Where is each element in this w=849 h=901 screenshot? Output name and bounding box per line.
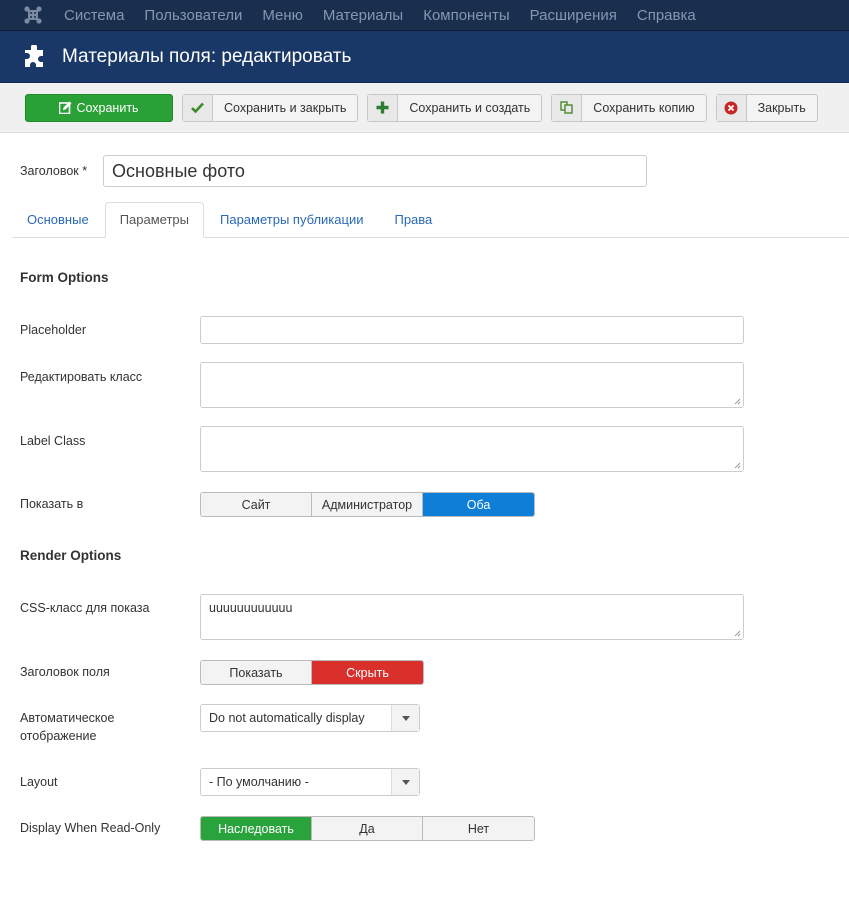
- toolbar: Сохранить Сохранить и закрыть Сохранить …: [0, 83, 849, 133]
- close-label: Закрыть: [757, 100, 806, 115]
- caret-down-icon: [391, 769, 419, 795]
- form-options-heading: Form Options: [20, 270, 109, 285]
- puzzle-icon: [22, 44, 48, 70]
- menu-components[interactable]: Компоненты: [413, 0, 519, 31]
- copy-icon: [552, 94, 583, 121]
- save-as-copy-label: Сохранить копию: [593, 100, 695, 115]
- resize-handle-icon[interactable]: [733, 461, 741, 469]
- edit-class-label: Редактировать класс: [20, 370, 143, 384]
- resize-handle-icon[interactable]: [733, 629, 741, 637]
- menu-system[interactable]: Система: [54, 0, 134, 31]
- close-button[interactable]: Закрыть: [715, 93, 818, 122]
- auto-display-label: Автоматическое отображение: [20, 711, 115, 743]
- save-and-close-button[interactable]: Сохранить и закрыть: [182, 93, 359, 122]
- page-header: Материалы поля: редактировать: [0, 31, 849, 83]
- menu-help[interactable]: Справка: [627, 0, 706, 31]
- show-on-label: Показать в: [20, 497, 84, 511]
- render-class-value: uuuuuuuuuuuu: [209, 601, 293, 615]
- save-as-copy-button[interactable]: Сохранить копию: [551, 93, 707, 122]
- top-navigation: Система Пользователи Меню Материалы Комп…: [0, 0, 849, 31]
- save-and-close-label: Сохранить и закрыть: [224, 100, 347, 115]
- check-icon: [183, 94, 213, 121]
- render-options-heading: Render Options: [20, 548, 122, 563]
- page-title: Материалы поля: редактировать: [62, 45, 352, 67]
- edit-class-textarea[interactable]: [200, 362, 744, 408]
- show-on-both-option[interactable]: Оба: [423, 493, 534, 516]
- render-class-label: CSS-класс для показа: [20, 601, 150, 615]
- tab-bar: Основные Параметры Параметры публикации …: [12, 202, 849, 238]
- title-field-label: Заголовок *: [20, 164, 88, 178]
- tab-general[interactable]: Основные: [12, 202, 104, 237]
- show-on-site-option[interactable]: Сайт: [201, 493, 312, 516]
- title-field-row: Заголовок * Основные фото: [0, 155, 849, 187]
- joomla-logo-icon[interactable]: [22, 4, 44, 26]
- caret-down-icon: [391, 705, 419, 731]
- save-and-new-label: Сохранить и создать: [409, 100, 531, 115]
- auto-display-select[interactable]: Do not automatically display: [200, 704, 420, 732]
- menu-menus[interactable]: Меню: [252, 0, 313, 31]
- show-label-hide-option[interactable]: Скрыть: [312, 661, 423, 684]
- display-readonly-no-option[interactable]: Нет: [423, 817, 534, 840]
- tab-permissions[interactable]: Права: [379, 202, 447, 237]
- display-readonly-label: Display When Read-Only: [20, 821, 161, 835]
- plus-icon: [368, 94, 399, 121]
- save-and-new-button[interactable]: Сохранить и создать: [367, 93, 543, 122]
- save-label: Сохранить: [76, 100, 139, 115]
- show-on-admin-option[interactable]: Администратор: [312, 493, 423, 516]
- label-class-textarea[interactable]: [200, 426, 744, 472]
- display-readonly-inherit-option[interactable]: Наследовать: [201, 817, 312, 840]
- tab-options[interactable]: Параметры: [104, 202, 204, 238]
- menu-extensions[interactable]: Расширения: [520, 0, 627, 31]
- layout-value: - По умолчанию -: [209, 775, 309, 789]
- show-label-label: Заголовок поля: [20, 665, 110, 679]
- menu-users[interactable]: Пользователи: [134, 0, 252, 31]
- menu-content[interactable]: Материалы: [313, 0, 413, 31]
- layout-label: Layout: [20, 775, 58, 789]
- placeholder-input[interactable]: [200, 316, 744, 344]
- display-readonly-toggle: Наследовать Да Нет: [200, 816, 535, 841]
- auto-display-value: Do not automatically display: [209, 711, 365, 725]
- show-on-toggle: Сайт Администратор Оба: [200, 492, 535, 517]
- show-label-show-option[interactable]: Показать: [201, 661, 312, 684]
- title-input[interactable]: Основные фото: [103, 155, 647, 187]
- save-button[interactable]: Сохранить: [25, 93, 173, 122]
- show-label-toggle: Показать Скрыть: [200, 660, 424, 685]
- render-class-textarea[interactable]: uuuuuuuuuuuu: [200, 594, 744, 640]
- layout-select[interactable]: - По умолчанию -: [200, 768, 420, 796]
- resize-handle-icon[interactable]: [733, 397, 741, 405]
- edit-icon: [59, 101, 72, 114]
- tab-publishing[interactable]: Параметры публикации: [205, 202, 378, 237]
- label-class-label: Label Class: [20, 434, 86, 448]
- cancel-icon: [716, 94, 747, 121]
- options-form: Form Options Placeholder Редактировать к…: [0, 0, 849, 901]
- placeholder-label: Placeholder: [20, 323, 87, 337]
- display-readonly-yes-option[interactable]: Да: [312, 817, 423, 840]
